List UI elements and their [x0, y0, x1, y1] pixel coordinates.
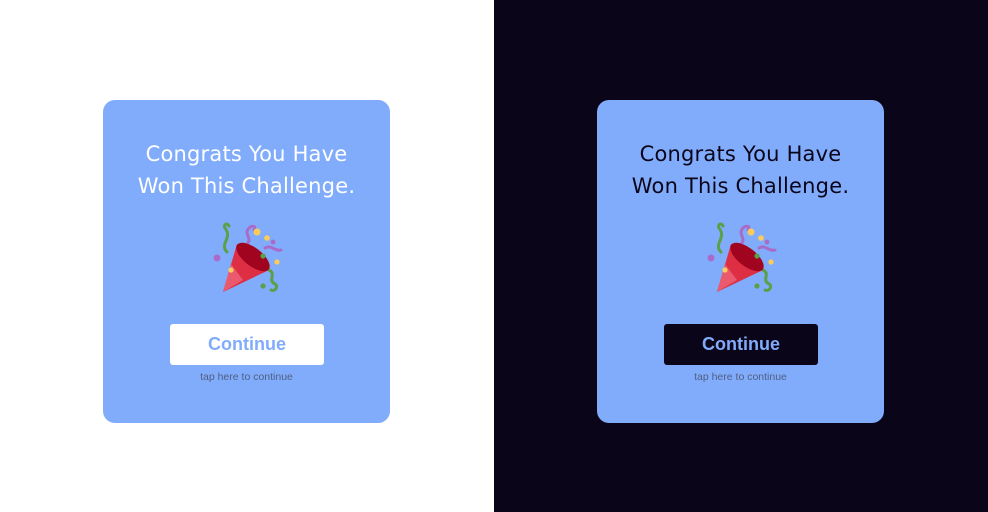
congrats-title: Congrats You Have Won This Challenge.	[597, 138, 884, 202]
tap-hint[interactable]: tap here to continue	[597, 371, 884, 383]
dark-theme-panel: Congrats You Have Won This Challenge. Co…	[494, 0, 988, 512]
title-line-2: Won This Challenge.	[631, 174, 850, 198]
tap-hint[interactable]: tap here to continue	[103, 371, 390, 383]
congrats-card: Congrats You Have Won This Challenge. Co…	[103, 100, 390, 423]
continue-button[interactable]: Continue	[664, 324, 818, 365]
party-popper-icon	[213, 222, 283, 292]
continue-button[interactable]: Continue	[170, 324, 324, 365]
congrats-title: Congrats You Have Won This Challenge.	[103, 138, 390, 202]
party-popper-icon	[707, 222, 777, 292]
title-line-1: Congrats You Have	[639, 142, 842, 166]
title-line-1: Congrats You Have	[145, 142, 348, 166]
stage: Congrats You Have Won This Challenge. Co…	[0, 0, 988, 512]
title-line-2: Won This Challenge.	[137, 174, 356, 198]
light-theme-panel: Congrats You Have Won This Challenge. Co…	[0, 0, 494, 512]
congrats-card: Congrats You Have Won This Challenge. Co…	[597, 100, 884, 423]
